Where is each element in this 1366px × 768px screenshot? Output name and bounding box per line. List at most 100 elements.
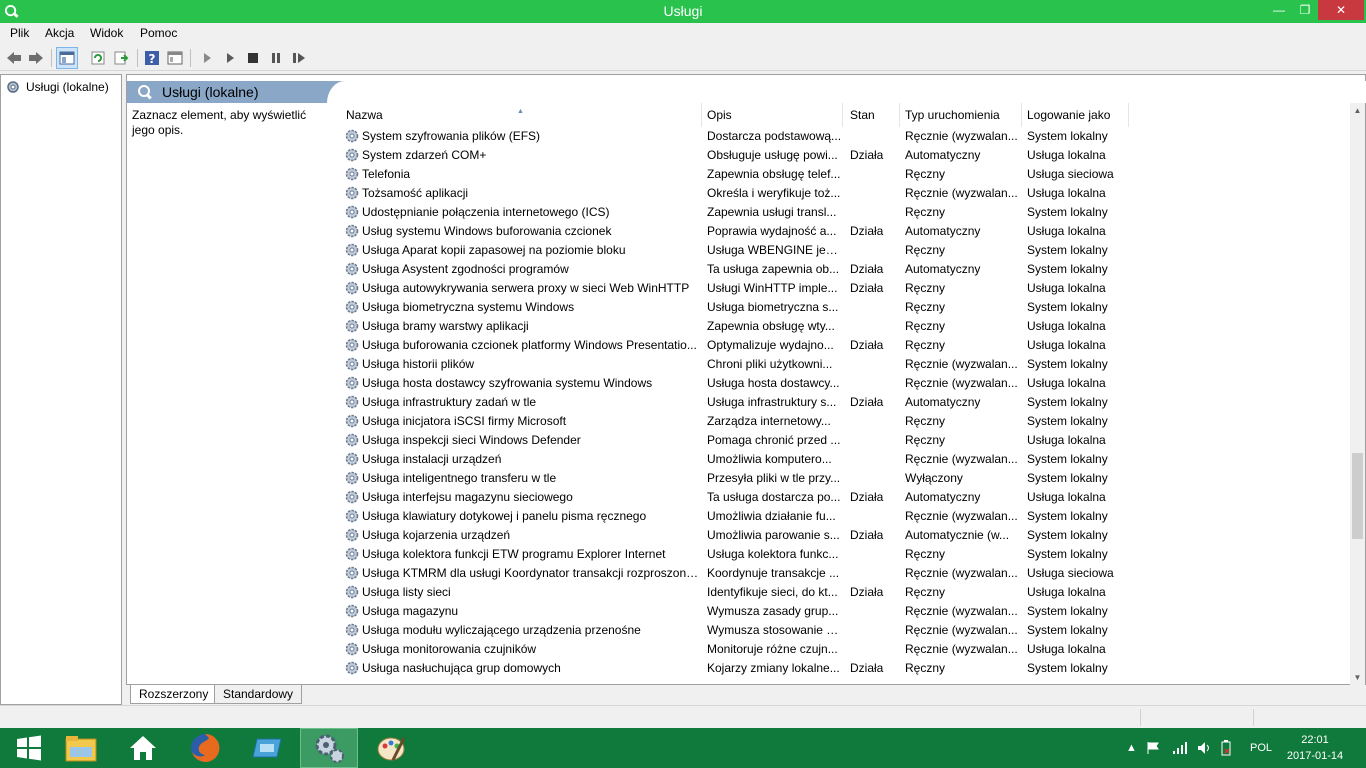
show-hidden-icons[interactable]: ▲ bbox=[1126, 728, 1137, 768]
service-gear-icon bbox=[345, 357, 359, 371]
tab-standard[interactable]: Standardowy bbox=[214, 685, 303, 704]
home-icon[interactable] bbox=[114, 728, 172, 768]
stop-service-icon[interactable] bbox=[242, 47, 264, 69]
restart-service-icon[interactable] bbox=[288, 47, 310, 69]
service-gear-icon bbox=[345, 167, 359, 181]
table-row[interactable]: Usługa KTMRM dla usługi Koordynator tran… bbox=[342, 564, 1350, 583]
cell-description: Zarządza internetowy... bbox=[707, 414, 831, 428]
table-row[interactable]: Usługa nasłuchująca grup domowych Kojarzy… bbox=[342, 659, 1350, 678]
toolbar: ? bbox=[0, 44, 1366, 71]
volume-icon[interactable] bbox=[1197, 728, 1213, 768]
table-row[interactable]: Usługa Aparat kopii zapasowej na poziomi… bbox=[342, 241, 1350, 260]
table-row[interactable]: Usługa monitorowania czujników Monitoruje… bbox=[342, 640, 1350, 659]
table-row[interactable]: System zdarzeń COM+ Obsługuje usługę powi… bbox=[342, 146, 1350, 165]
start-service-icon[interactable] bbox=[196, 47, 218, 69]
cell-name: System zdarzeń COM+ bbox=[362, 148, 487, 162]
media-app-icon[interactable] bbox=[238, 728, 296, 768]
tree-item-services-local[interactable]: Usługi (lokalne) bbox=[5, 79, 109, 95]
column-header-name[interactable]: Nazwa ▲ bbox=[342, 103, 702, 127]
table-row[interactable]: Usługa magazynu Wymusza zasady grup... Ręc… bbox=[342, 602, 1350, 621]
action-center-flag-icon[interactable] bbox=[1146, 728, 1160, 768]
cell-startup-type: Automatyczny bbox=[905, 224, 981, 238]
table-row[interactable]: Usługa kolektora funkcji ETW programu Ex… bbox=[342, 545, 1350, 564]
table-row[interactable]: Usługa inteligentnego transferu w tle Prz… bbox=[342, 469, 1350, 488]
table-row[interactable]: Usługa autowykrywania serwera proxy w si… bbox=[342, 279, 1350, 298]
cell-name: Usługa interfejsu magazynu sieciowego bbox=[362, 490, 573, 504]
column-header-logon[interactable]: Logowanie jako bbox=[1023, 103, 1129, 127]
table-row[interactable]: Usługa buforowania czcionek platformy Wi… bbox=[342, 336, 1350, 355]
table-row[interactable]: Usługa inicjatora iSCSI firmy Microsoft Z… bbox=[342, 412, 1350, 431]
table-row[interactable]: Udostępnianie połączenia internetowego (… bbox=[342, 203, 1350, 222]
paint-icon[interactable] bbox=[362, 728, 420, 768]
table-row[interactable]: Usługa hosta dostawcy szyfrowania system… bbox=[342, 374, 1350, 393]
column-header-startup-type[interactable]: Typ uruchomienia bbox=[901, 103, 1022, 127]
table-row[interactable]: Usługa historii plików Chroni pliki użytk… bbox=[342, 355, 1350, 374]
forward-arrow-icon[interactable] bbox=[25, 47, 47, 69]
refresh-icon[interactable] bbox=[87, 47, 109, 69]
menu-view[interactable]: Widok bbox=[90, 26, 123, 40]
help-icon[interactable]: ? bbox=[141, 47, 163, 69]
menu-help[interactable]: Pomoc bbox=[140, 26, 177, 40]
file-explorer-icon[interactable] bbox=[52, 728, 110, 768]
cell-logon: System lokalny bbox=[1027, 414, 1108, 428]
scrollbar-thumb[interactable] bbox=[1352, 453, 1363, 539]
windows-start-icon[interactable] bbox=[0, 728, 58, 768]
properties-icon[interactable] bbox=[164, 47, 186, 69]
pause-service-icon[interactable] bbox=[265, 47, 287, 69]
table-row[interactable]: Usług systemu Windows buforowania czcion… bbox=[342, 222, 1350, 241]
close-button[interactable]: ✕ bbox=[1318, 0, 1364, 20]
back-arrow-icon[interactable] bbox=[3, 47, 25, 69]
cell-startup-type: Ręcznie (wyzwalan... bbox=[905, 509, 1018, 523]
export-list-icon[interactable] bbox=[110, 47, 132, 69]
start-service-alt-icon[interactable] bbox=[219, 47, 241, 69]
vertical-scrollbar[interactable]: ▲ ▼ bbox=[1350, 103, 1365, 685]
services-rows: System szyfrowania plików (EFS) Dostarcza… bbox=[342, 127, 1350, 678]
cell-status: Działa bbox=[850, 224, 884, 238]
minimize-button[interactable]: — bbox=[1266, 0, 1292, 20]
table-row[interactable]: System szyfrowania plików (EFS) Dostarcza… bbox=[342, 127, 1350, 146]
service-gear-icon bbox=[345, 205, 359, 219]
table-row[interactable]: Usługa interfejsu magazynu sieciowego Ta … bbox=[342, 488, 1350, 507]
clock[interactable]: 22:01 2017-01-14 bbox=[1280, 732, 1350, 764]
console-tree-icon[interactable] bbox=[56, 47, 78, 69]
table-row[interactable]: Usługa inspekcji sieci Windows Defender P… bbox=[342, 431, 1350, 450]
cell-logon: System lokalny bbox=[1027, 262, 1108, 276]
table-row[interactable]: Tożsamość aplikacji Określa i weryfikuje … bbox=[342, 184, 1350, 203]
service-gear-icon bbox=[345, 433, 359, 447]
cell-startup-type: Ręcznie (wyzwalan... bbox=[905, 566, 1018, 580]
cell-name: Usługa buforowania czcionek platformy Wi… bbox=[362, 338, 697, 352]
column-header-description[interactable]: Opis bbox=[703, 103, 843, 127]
cell-status: Działa bbox=[850, 395, 884, 409]
scroll-up-icon[interactable]: ▲ bbox=[1350, 103, 1365, 118]
table-row[interactable]: Telefonia Zapewnia obsługę telef... Ręczny… bbox=[342, 165, 1350, 184]
table-row[interactable]: Usługa klawiatury dotykowej i panelu pis… bbox=[342, 507, 1350, 526]
firefox-icon[interactable] bbox=[176, 728, 234, 768]
cell-name: Usługa autowykrywania serwera proxy w si… bbox=[362, 281, 690, 295]
tab-extended[interactable]: Rozszerzony bbox=[130, 685, 218, 704]
table-row[interactable]: Usługa infrastruktury zadań w tle Usługa … bbox=[342, 393, 1350, 412]
menu-file[interactable]: Plik bbox=[10, 26, 29, 40]
language-indicator[interactable]: POL bbox=[1250, 728, 1272, 768]
table-row[interactable]: Usługa instalacji urządzeń Umożliwia komp… bbox=[342, 450, 1350, 469]
maximize-button[interactable]: ❐ bbox=[1292, 0, 1318, 20]
service-description: Zaznacz element, aby wyświetlić jego opi… bbox=[132, 108, 307, 137]
battery-icon[interactable] bbox=[1220, 728, 1232, 768]
cell-description: Zapewnia obsługę telef... bbox=[707, 167, 841, 181]
table-row[interactable]: Usługa listy sieci Identyfikuje sieci, do… bbox=[342, 583, 1350, 602]
service-gear-icon bbox=[345, 623, 359, 637]
table-row[interactable]: Usługa modułu wyliczającego urządzenia p… bbox=[342, 621, 1350, 640]
scroll-down-icon[interactable]: ▼ bbox=[1350, 670, 1365, 685]
table-row[interactable]: Usługa Asystent zgodności programów Ta us… bbox=[342, 260, 1350, 279]
cell-logon: Usługa lokalna bbox=[1027, 281, 1106, 295]
cell-description: Usługa infrastruktury s... bbox=[707, 395, 837, 409]
table-row[interactable]: Usługa kojarzenia urządzeń Umożliwia paro… bbox=[342, 526, 1350, 545]
column-header-status[interactable]: Stan bbox=[846, 103, 900, 127]
menu-action[interactable]: Akcja bbox=[45, 26, 74, 40]
cell-name: Usługa monitorowania czujników bbox=[362, 642, 537, 656]
table-row[interactable]: Usługa bramy warstwy aplikacji Zapewnia o… bbox=[342, 317, 1350, 336]
network-signal-icon[interactable] bbox=[1172, 728, 1188, 768]
services-gear-icon[interactable] bbox=[300, 728, 358, 768]
service-gear-icon bbox=[345, 566, 359, 580]
cell-status: Działa bbox=[850, 528, 884, 542]
table-row[interactable]: Usługa biometryczna systemu Windows Usług… bbox=[342, 298, 1350, 317]
